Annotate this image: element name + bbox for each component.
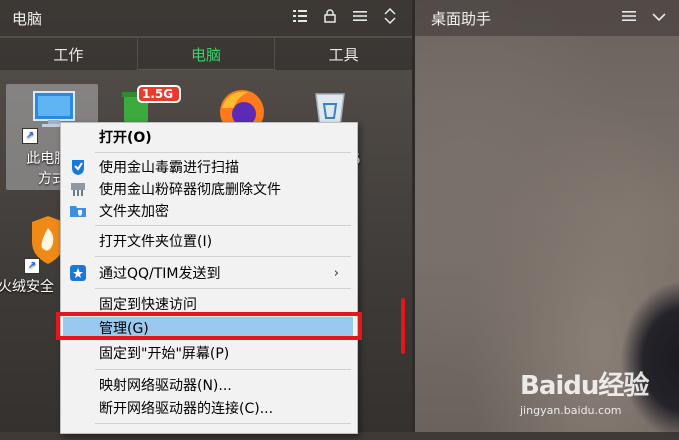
tab-computer[interactable]: 电脑 — [136, 38, 275, 70]
menu-separator — [95, 369, 351, 370]
menu-item-label: 使用金山毒霸进行扫描 — [99, 160, 239, 176]
left-fence-header[interactable]: 电脑 — [0, 0, 412, 36]
qq-icon — [70, 265, 86, 281]
cleanup-shortcut[interactable]: 1.5G — [108, 84, 200, 124]
right-fence-tools — [621, 0, 667, 36]
context-menu: 打开(O) 使用金山毒霸进行扫描 使用金山粉碎器彻底删除文件 文件夹加密 打开文… — [60, 122, 358, 434]
left-fence-tools — [292, 0, 398, 36]
menu-item-label: 固定到快速访问 — [99, 297, 197, 313]
menu-item-send-qq[interactable]: 通过QQ/TIM发送到 › — [63, 262, 353, 284]
annotation-highlight-box — [56, 312, 362, 340]
menu-separator — [95, 225, 351, 226]
menu-item-label: 映射网络驱动器(N)... — [99, 378, 232, 394]
baidu-watermark: Baidu经验 jingyan.baidu.com — [520, 365, 649, 417]
menu-item-folder-encrypt[interactable]: 文件夹加密 — [63, 200, 353, 222]
right-fence-title: 桌面助手 — [431, 9, 492, 28]
cleanup-size-badge: 1.5G — [142, 87, 174, 101]
tab-work[interactable]: 工作 — [0, 38, 137, 70]
chevron-down-icon[interactable] — [651, 10, 667, 26]
menu-item-map-drive[interactable]: 映射网络驱动器(N)... — [63, 374, 353, 396]
menu-item-label: 使用金山粉碎器彻底删除文件 — [99, 182, 281, 198]
menu-separator — [95, 423, 351, 424]
shortcut-arrow-icon: ↗ — [22, 128, 38, 144]
folder-lock-icon — [70, 206, 86, 217]
recycle-bin-shortcut[interactable] — [300, 84, 392, 126]
resize-icon[interactable] — [382, 7, 398, 28]
menu-item-kingsoft-scan[interactable]: 使用金山毒霸进行扫描 — [63, 156, 353, 178]
menu-item-open-location[interactable]: 打开文件夹位置(I) — [63, 230, 353, 252]
left-fence-tabs: 工作 电脑 工具 — [0, 38, 412, 70]
menu-separator — [95, 288, 351, 289]
left-fence-title: 电脑 — [12, 9, 43, 28]
shortcut-arrow-icon: ↗ — [24, 258, 40, 274]
menu-item-label: 固定到"开始"屏幕(P) — [99, 346, 230, 362]
menu-item-label: 打开(O) — [99, 130, 152, 146]
tab-tools[interactable]: 工具 — [274, 38, 412, 70]
menu-item-label: 打开文件夹位置(I) — [99, 234, 213, 250]
watermark-logo: Baidu经验 — [520, 371, 649, 401]
menu-item-label: 断开网络驱动器的连接(C)... — [99, 401, 274, 417]
kingsoft-scan-icon — [72, 160, 84, 175]
huorong-label: 火绒安全 — [0, 279, 54, 295]
menu-separator — [95, 152, 351, 153]
annotation-mark — [401, 298, 405, 354]
recycle-bin-icon — [315, 93, 345, 126]
menu-item-label: 文件夹加密 — [99, 204, 169, 220]
list-icon[interactable] — [292, 9, 308, 27]
submenu-arrow-icon: › — [333, 265, 339, 281]
menu-icon[interactable] — [352, 9, 368, 27]
menu-separator — [95, 256, 351, 257]
menu-item-label: 通过QQ/TIM发送到 — [99, 266, 221, 282]
shredder-icon — [71, 183, 85, 196]
menu-item-disconnect-drive[interactable]: 断开网络驱动器的连接(C)... — [63, 397, 353, 419]
firefox-shortcut[interactable] — [204, 84, 296, 128]
menu-item-shredder[interactable]: 使用金山粉碎器彻底删除文件 — [63, 178, 353, 200]
menu-icon[interactable] — [621, 9, 637, 27]
menu-item-pin-start[interactable]: 固定到"开始"屏幕(P) — [63, 342, 353, 364]
menu-item-open[interactable]: 打开(O) — [63, 126, 353, 148]
watermark-url: jingyan.baidu.com — [520, 404, 622, 417]
lock-icon[interactable] — [322, 9, 338, 27]
fence-divider — [412, 0, 415, 432]
right-fence-header[interactable]: 桌面助手 — [415, 0, 679, 36]
